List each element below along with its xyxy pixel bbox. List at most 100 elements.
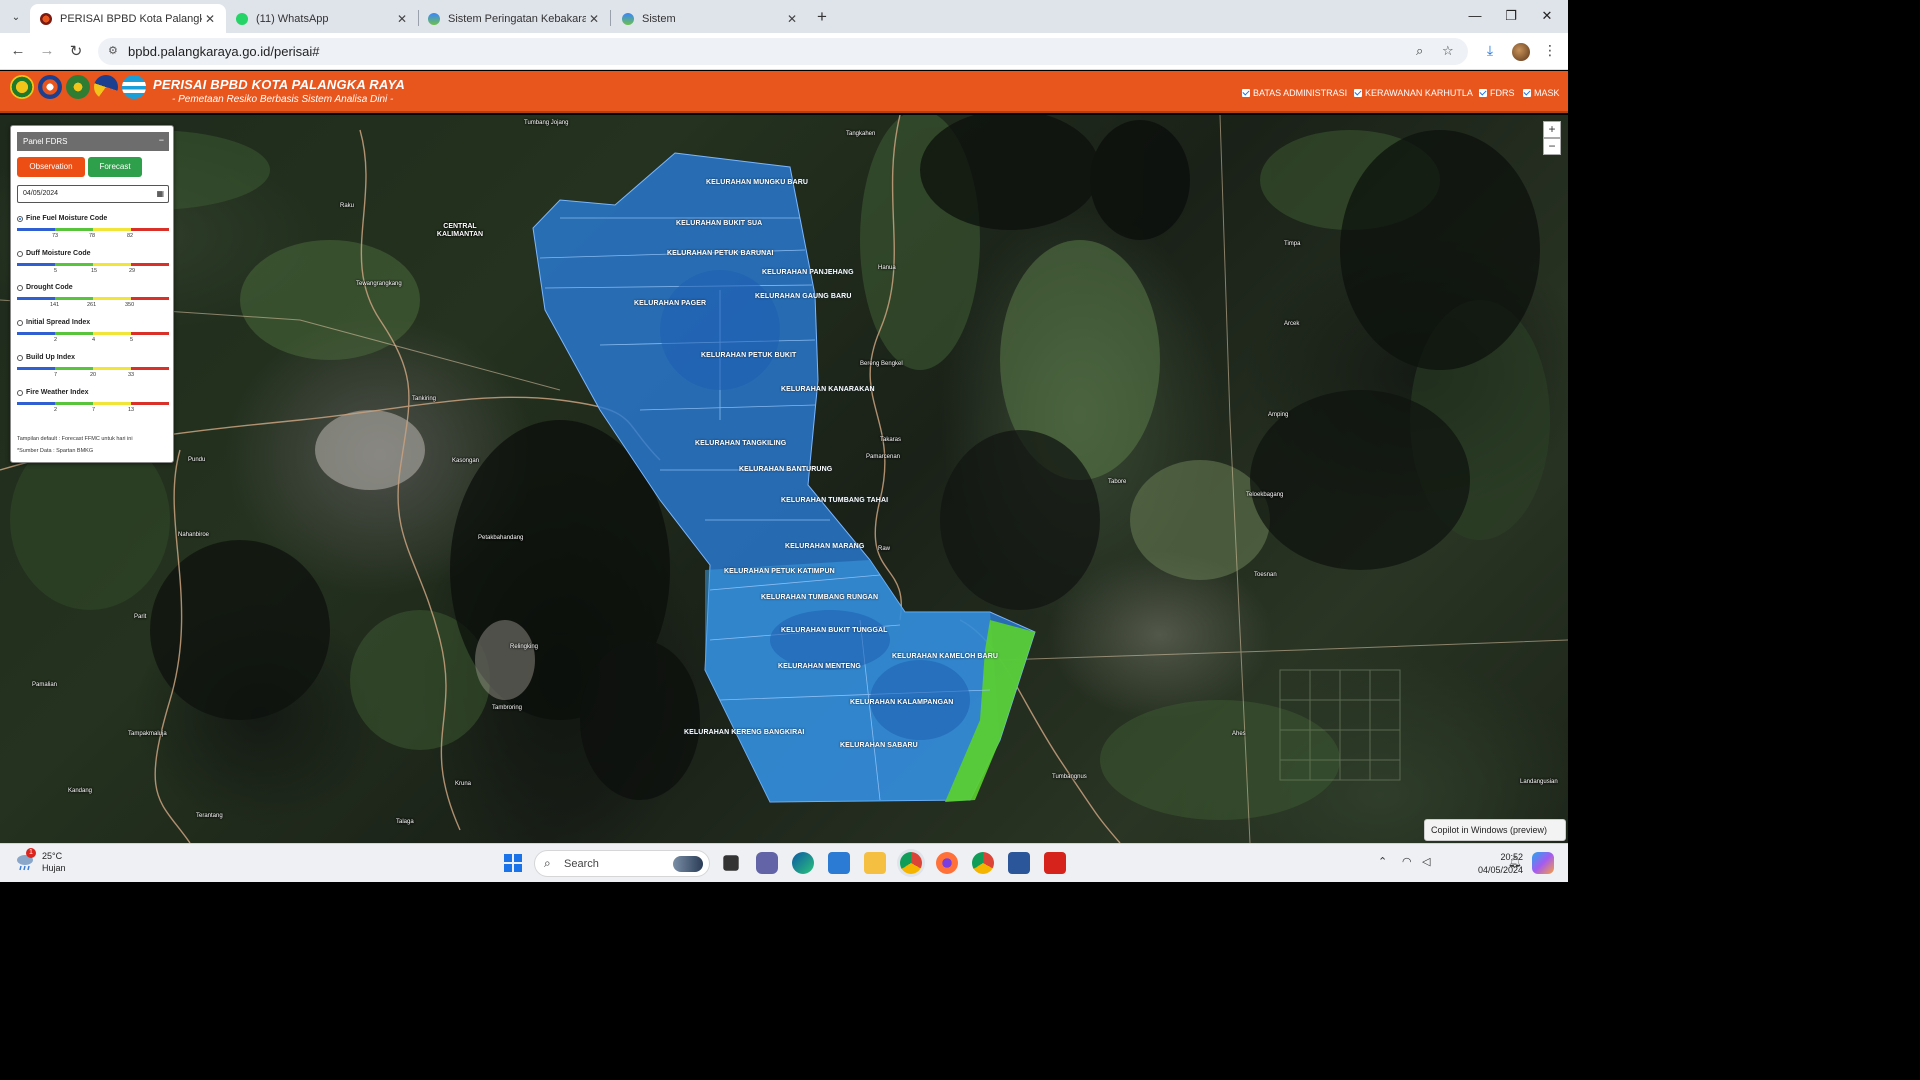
layer-toggle-batas-administrasi[interactable]: BATAS ADMINISTRASI	[1242, 88, 1347, 98]
kelurahan-label: KELURAHAN KANARAKAN	[781, 386, 875, 393]
place-label: Tumbang Jojang	[524, 120, 569, 126]
panel-title: Panel FDRS	[23, 137, 68, 146]
new-tab-button[interactable]: +	[813, 7, 831, 27]
tab-perisai[interactable]: PERISAI BPBD Kota Palangka Ra ✕	[30, 4, 226, 33]
date-value[interactable]: 04/05/2024	[23, 190, 58, 197]
firefox-icon[interactable]	[936, 852, 958, 874]
forward-arrow-icon[interactable]: →	[37, 42, 57, 59]
place-label: Takaras	[880, 437, 902, 443]
panel-note-default: Tampilan default : Forecast FFMC untuk h…	[17, 436, 133, 442]
word-icon[interactable]	[1008, 852, 1030, 874]
restore-icon[interactable]: ❐	[1502, 8, 1520, 24]
index-label: Fire Weather Index	[26, 389, 89, 396]
layer-toggle-fdrs[interactable]: FDRS	[1479, 88, 1515, 98]
back-arrow-icon[interactable]: ←	[8, 42, 28, 59]
checkbox-icon[interactable]	[1242, 89, 1250, 97]
mail-icon[interactable]	[828, 852, 850, 874]
bookmark-star-icon[interactable]: ☆	[1442, 43, 1454, 59]
file-explorer-icon[interactable]	[864, 852, 886, 874]
site-info-icon[interactable]: ⚙	[108, 44, 118, 57]
index-dmc[interactable]: Duff Moisture Code 5 15 29	[17, 250, 169, 274]
chrome-icon[interactable]	[900, 852, 922, 874]
checkbox-icon[interactable]	[1479, 89, 1487, 97]
tab-sistem[interactable]: Sistem ✕	[612, 4, 808, 33]
scale-tick: 5	[54, 268, 58, 274]
kelurahan-label: KELURAHAN TUMBANG RUNGAN	[761, 594, 879, 601]
menu-kebab-icon[interactable]: ⋮	[1540, 42, 1560, 59]
taskbar-search[interactable]: ⌕ Search	[534, 850, 710, 877]
zoom-magnifier-icon[interactable]: ⌕	[1416, 43, 1423, 59]
zoom-out-button[interactable]: −	[1543, 138, 1561, 155]
forecast-button[interactable]: Forecast	[88, 157, 142, 177]
index-ffmc[interactable]: Fine Fuel Moisture Code 73 78 82	[17, 215, 169, 239]
copilot-icon[interactable]	[1532, 852, 1554, 874]
date-input[interactable]: 04/05/2024 ▦	[17, 185, 169, 203]
radio-icon[interactable]	[17, 319, 23, 326]
search-highlight-art-icon	[673, 856, 703, 872]
weather-temperature: 25°C	[42, 851, 63, 861]
edge-icon[interactable]	[792, 852, 814, 874]
panel-header: Panel FDRS −	[17, 132, 169, 151]
profile-avatar[interactable]	[1512, 43, 1530, 61]
place-label: Tampakmaluja	[128, 731, 167, 737]
place-label: Kasongan	[452, 458, 480, 464]
volume-icon[interactable]: ◁	[1422, 855, 1430, 868]
index-label: Build Up Index	[26, 354, 75, 361]
kelurahan-label: KELURAHAN BANTURUNG	[739, 466, 833, 473]
notification-bell-icon[interactable]: 🔔︎	[1508, 855, 1522, 868]
close-tab-icon[interactable]: ✕	[394, 12, 410, 26]
radio-icon[interactable]	[17, 250, 23, 257]
acrobat-icon[interactable]	[1044, 852, 1066, 874]
index-dc[interactable]: Drought Code 141 261 350	[17, 284, 169, 308]
place-label: Ahes	[1232, 731, 1246, 737]
task-view-icon[interactable]	[723, 855, 739, 871]
satellite-map[interactable]: KELURAHAN MUNGKU BARU KELURAHAN BUKIT SU…	[0, 115, 1568, 843]
download-icon[interactable]: ⤓	[1480, 42, 1500, 59]
url-field[interactable]: ⚙ bpbd.palangkaraya.go.id/perisai# ⌕ ☆	[98, 38, 1468, 65]
search-placeholder: Search	[564, 858, 599, 870]
minimize-icon[interactable]: —	[1466, 8, 1484, 23]
zoom-in-button[interactable]: +	[1543, 121, 1561, 138]
close-window-icon[interactable]: ✕	[1538, 8, 1556, 24]
radio-selected-icon[interactable]	[17, 215, 23, 222]
kelurahan-label: KELURAHAN BUKIT TUNGGAL	[781, 627, 888, 634]
scale-tick: 29	[129, 268, 136, 274]
radio-icon[interactable]	[17, 354, 23, 361]
tray-overflow-chevron-icon[interactable]: ⌃	[1378, 855, 1387, 868]
calendar-icon[interactable]: ▦	[156, 189, 164, 198]
kota-palangka-raya-logo-icon	[10, 75, 34, 99]
chrome-profile-icon[interactable]	[972, 852, 994, 874]
kelurahan-label: KELURAHAN PAGER	[634, 300, 707, 307]
index-fwi[interactable]: Fire Weather Index 2 7 13	[17, 389, 169, 413]
layer-label: MASK	[1534, 88, 1560, 98]
layer-toggle-mask[interactable]: MASK	[1523, 88, 1560, 98]
tab-sistem-peringatan[interactable]: Sistem Peringatan Kebakaran H ✕	[418, 4, 610, 33]
checkbox-icon[interactable]	[1354, 89, 1362, 97]
layer-toggle-kerawanan-karhutla[interactable]: KERAWANAN KARHUTLA	[1354, 88, 1473, 98]
minimize-panel-icon[interactable]: −	[159, 135, 164, 145]
radio-icon[interactable]	[17, 284, 23, 291]
place-label: Landangusian	[1520, 779, 1558, 785]
tab-search-chevron-icon[interactable]: ⌄	[6, 7, 26, 27]
close-tab-icon[interactable]: ✕	[586, 12, 602, 26]
kelurahan-label: KELURAHAN MUNGKU BARU	[706, 179, 809, 186]
kelurahan-label: KELURAHAN KALAMPANGAN	[850, 699, 954, 706]
region-label: CENTRAL KALIMANTAN	[436, 223, 484, 238]
place-label: Hanua	[878, 265, 896, 271]
tab-whatsapp[interactable]: (11) WhatsApp ✕	[226, 4, 418, 33]
index-isi[interactable]: Initial Spread Index 2 4 5	[17, 319, 169, 343]
fire-agency-logo-icon	[94, 75, 118, 99]
place-label: Tumbangnus	[1052, 774, 1087, 780]
wifi-icon[interactable]: ◠	[1402, 855, 1412, 868]
weather-widget[interactable]: 1 25°C Hujan	[14, 848, 66, 874]
radio-icon[interactable]	[17, 389, 23, 396]
url-text[interactable]: bpbd.palangkaraya.go.id/perisai#	[128, 44, 320, 59]
close-tab-icon[interactable]: ✕	[202, 12, 218, 26]
reload-icon[interactable]: ↻	[66, 42, 86, 60]
windows-start-icon[interactable]	[502, 852, 524, 874]
checkbox-icon[interactable]	[1523, 89, 1531, 97]
observation-button[interactable]: Observation	[17, 157, 85, 177]
index-bui[interactable]: Build Up Index 7 20 33	[17, 354, 169, 378]
teams-chat-icon[interactable]	[756, 852, 778, 874]
close-tab-icon[interactable]: ✕	[784, 12, 800, 26]
